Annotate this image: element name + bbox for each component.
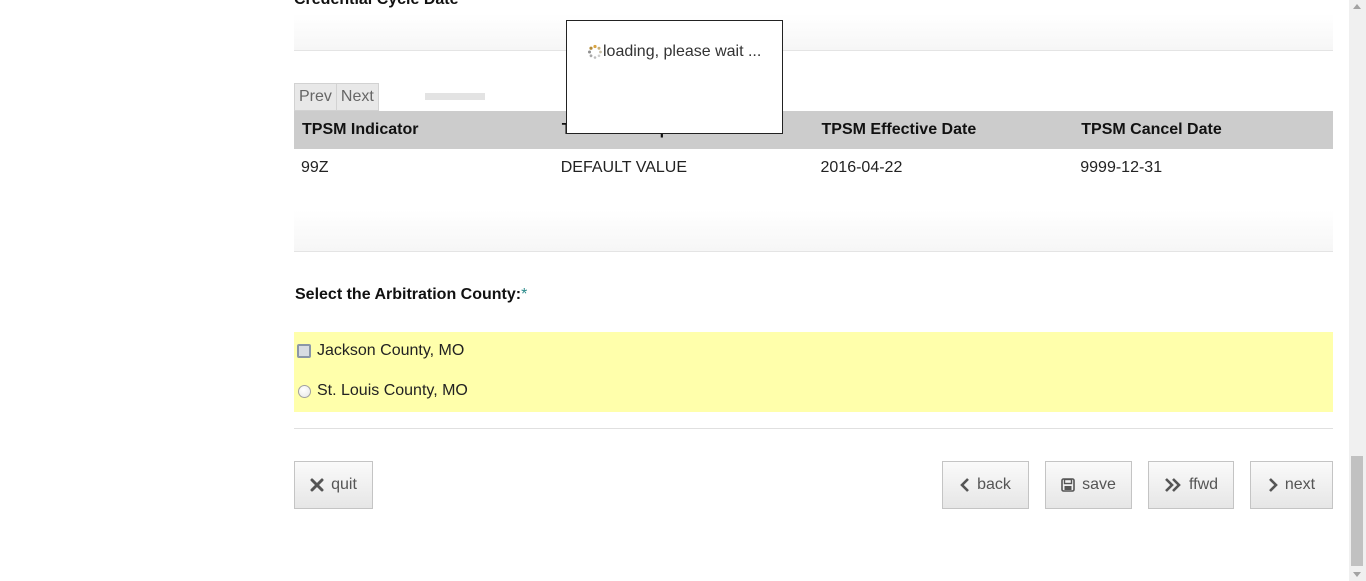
chevron-right-icon xyxy=(1268,478,1278,492)
pager: Prev Next xyxy=(294,83,485,111)
scroll-up-arrow[interactable] xyxy=(1353,4,1361,9)
divider xyxy=(294,428,1333,429)
double-chevron-right-icon xyxy=(1165,478,1181,492)
table-cell: 9999-12-31 xyxy=(1080,159,1163,176)
loading-message: loading, please wait ... xyxy=(587,43,761,61)
chevron-left-icon xyxy=(960,478,970,492)
quit-label: quit xyxy=(331,476,357,493)
column-header: TPSM Indicator xyxy=(294,111,554,149)
tpsm-table: TPSM Indicator TPSM Description TPSM Eff… xyxy=(294,111,1333,187)
option-st-louis-county[interactable]: St. Louis County, MO xyxy=(294,382,468,400)
table-row: 99Z DEFAULT VALUE 2016-04-22 9999-12-31 xyxy=(294,149,1333,187)
loading-text: loading, please wait ... xyxy=(603,43,762,60)
next-label: next xyxy=(1284,476,1316,493)
table-cell: 99Z xyxy=(301,159,329,176)
close-icon xyxy=(310,478,324,492)
back-label: back xyxy=(977,476,1011,493)
save-button[interactable]: save xyxy=(1045,461,1132,509)
table-footer-band xyxy=(294,210,1333,252)
ffwd-button[interactable]: ffwd xyxy=(1148,461,1234,509)
prev-button[interactable]: Prev xyxy=(294,83,337,111)
vertical-scrollbar[interactable] xyxy=(1349,0,1366,581)
loading-dialog: loading, please wait ... xyxy=(566,20,783,134)
scroll-down-arrow[interactable] xyxy=(1353,572,1361,577)
section-band xyxy=(294,14,1333,51)
column-header: TPSM Cancel Date xyxy=(1073,111,1333,149)
scrollbar-thumb[interactable] xyxy=(1351,456,1363,566)
floppy-disk-icon xyxy=(1061,478,1075,492)
pager-progress xyxy=(424,93,485,100)
next-page-button[interactable]: Next xyxy=(336,83,379,111)
next-button[interactable]: next xyxy=(1250,461,1333,509)
section-header: Credential Cycle Date xyxy=(294,0,459,9)
question-label: Select the Arbitration County: xyxy=(295,286,522,303)
spinner-icon xyxy=(588,44,602,59)
arbitration-county-question: Select the Arbitration County:* xyxy=(295,286,527,304)
county-options: Jackson County, MO St. Louis County, MO xyxy=(294,332,1333,412)
radio-jackson-county[interactable] xyxy=(297,344,311,358)
back-button[interactable]: back xyxy=(942,461,1029,509)
save-label: save xyxy=(1082,476,1116,493)
ffwd-label: ffwd xyxy=(1188,476,1219,493)
radio-st-louis-county[interactable] xyxy=(298,384,311,398)
table-header-row: TPSM Indicator TPSM Description TPSM Eff… xyxy=(294,111,1333,149)
table-cell: 2016-04-22 xyxy=(820,159,903,176)
option-label: St. Louis County, MO xyxy=(317,382,468,399)
quit-button[interactable]: quit xyxy=(294,461,373,509)
option-jackson-county[interactable]: Jackson County, MO xyxy=(294,342,464,360)
option-label: Jackson County, MO xyxy=(317,342,465,359)
table-cell: DEFAULT VALUE xyxy=(560,159,688,176)
column-header: TPSM Effective Date xyxy=(813,111,1074,149)
required-mark: * xyxy=(521,286,528,303)
